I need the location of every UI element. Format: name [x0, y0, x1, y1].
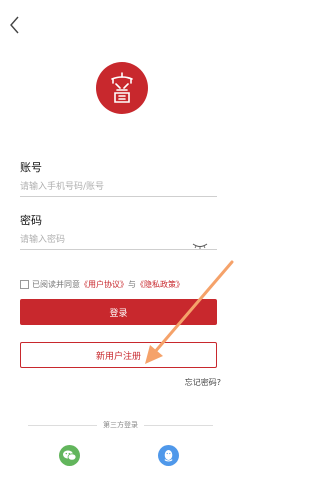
eye-closed-icon	[192, 243, 208, 249]
qq-login-button[interactable]	[158, 445, 179, 466]
password-visibility-toggle[interactable]	[192, 235, 208, 249]
account-input[interactable]	[20, 178, 217, 197]
user-agreement-link[interactable]: 《用户协议》	[80, 279, 128, 290]
divider-line-right	[144, 424, 213, 426]
wechat-login-button[interactable]	[59, 445, 80, 466]
qq-icon	[164, 450, 173, 462]
password-input[interactable]	[20, 231, 217, 250]
register-button[interactable]: 新用户注册	[20, 342, 217, 368]
third-party-divider: 第三方登录	[28, 419, 213, 431]
wechat-icon	[63, 450, 77, 461]
account-label: 账号	[20, 161, 42, 174]
forgot-password-link[interactable]: 忘记密码?	[185, 377, 221, 388]
agreement-joiner: 与	[128, 279, 136, 289]
agreement-prefix: 已阅读并同意	[32, 279, 80, 289]
seal-logo-icon	[111, 72, 133, 103]
password-label: 密码	[20, 214, 42, 227]
chevron-left-icon	[10, 16, 19, 34]
privacy-policy-link[interactable]: 《隐私政策》	[136, 279, 184, 290]
back-button[interactable]	[8, 14, 22, 36]
agreement-checkbox[interactable]	[20, 279, 29, 289]
agreement-row: 已阅读并同意 《用户协议》 与 《隐私政策》	[20, 277, 184, 291]
login-button[interactable]: 登录	[20, 299, 217, 325]
divider-line-left	[28, 424, 97, 426]
third-party-title: 第三方登录	[103, 421, 138, 429]
app-logo	[96, 62, 148, 114]
